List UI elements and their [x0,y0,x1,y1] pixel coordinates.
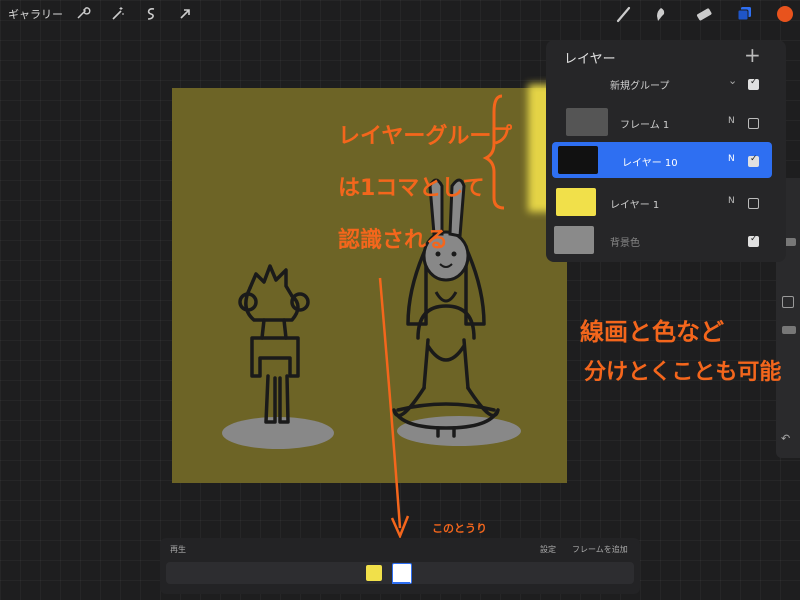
brush-icon[interactable] [614,4,634,24]
play-button[interactable]: 再生 [170,544,186,555]
blend-mode-button[interactable]: N [728,196,735,206]
layer-thumbnail [556,188,596,216]
undo-icon[interactable]: ↶ [781,432,790,445]
wrench-icon[interactable] [72,4,92,24]
layer-name: レイヤー 10 [622,158,678,169]
layer-row[interactable]: レイヤー 1 N [546,184,786,220]
animation-timeline: 再生 設定 フレームを追加 [160,538,640,594]
color-swatch[interactable] [777,6,793,22]
annotation-group-2: は1コマとして [338,176,485,201]
layer-group-row[interactable]: 新規グループ ⌄ [546,72,786,96]
layer-name: 新規グループ [610,81,670,92]
layer-name: フレーム 1 [620,120,670,131]
layer-thumbnail [554,226,594,254]
blend-mode-button[interactable]: N [728,154,735,164]
chevron-down-icon[interactable]: ⌄ [728,74,737,87]
selection-icon[interactable] [141,4,161,24]
frame-thumbnail[interactable] [366,565,382,581]
opacity-slider-handle[interactable] [782,326,796,334]
blend-mode-button[interactable]: N [728,116,735,126]
layer-row-background[interactable]: 背景色 [546,222,786,258]
add-layer-button[interactable]: + [744,43,761,67]
visibility-checkbox[interactable] [748,118,759,129]
visibility-checkbox[interactable] [748,154,759,167]
layer-row-selected[interactable]: レイヤー 10 N [552,142,772,178]
eraser-icon[interactable] [694,4,714,24]
frame-thumbnail-selected[interactable] [392,563,412,584]
annotation-group-3: 認識される [338,228,449,253]
layers-panel-title: レイヤー [564,52,616,67]
layer-thumbnail [566,108,608,136]
annotation-split-2: 分けとくことも可能 [584,360,782,385]
annotation-split-1: 線画と色など [580,318,724,346]
annotation-arrow [378,94,505,540]
layer-thumbnail [558,146,598,174]
magic-wand-icon[interactable] [108,4,128,24]
layer-name: レイヤー 1 [610,200,660,211]
settings-button[interactable]: 設定 [540,544,556,555]
gallery-button[interactable]: ギャラリー [8,6,63,22]
visibility-checkbox[interactable] [748,234,759,247]
layer-name: 背景色 [610,238,640,249]
annotation-frame: このとうり [432,522,487,535]
annotation-group-1: レイヤーグループ [338,124,513,149]
add-frame-button[interactable]: フレームを追加 [572,544,628,555]
modify-button[interactable] [782,296,794,308]
visibility-checkbox[interactable] [748,198,759,209]
top-toolbar: ギャラリー [0,0,800,28]
frame-track[interactable] [166,562,634,584]
layer-row[interactable]: フレーム 1 N [546,104,786,140]
layers-panel: レイヤー + 新規グループ ⌄ フレーム 1 N レイヤー 10 N レイヤー … [546,40,786,262]
smudge-icon[interactable] [650,4,670,24]
layers-icon[interactable] [734,4,754,24]
transform-arrow-icon[interactable] [175,4,195,24]
visibility-checkbox[interactable] [748,77,759,90]
frame-selection-indicator [392,582,410,584]
